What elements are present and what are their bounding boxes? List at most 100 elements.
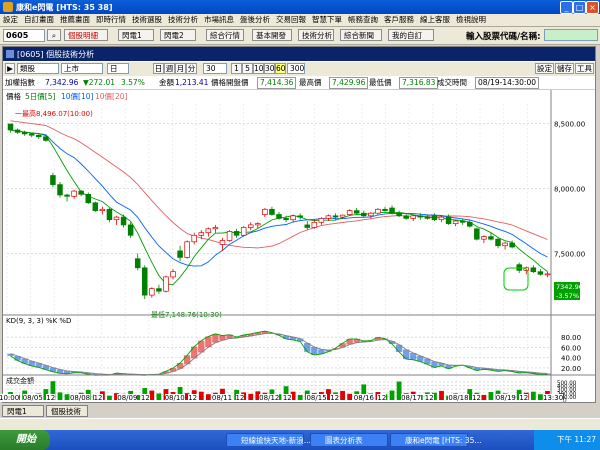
menu-item-1[interactable]: 自訂畫面 — [21, 14, 57, 26]
x-tick-label: 08/09 — [117, 394, 138, 402]
candle-body — [57, 184, 63, 196]
minute-button-1[interactable]: 5 — [242, 63, 253, 74]
toolbar-button-3[interactable]: 綜合行情 — [206, 29, 244, 41]
minute-button-3[interactable]: 30 — [264, 63, 275, 74]
candle-body — [290, 215, 296, 221]
toolbar-button-5[interactable]: 技術分析 — [298, 29, 334, 41]
volume-bar — [439, 390, 444, 400]
volume-bar — [347, 393, 353, 400]
x-tick-label: 12 — [282, 394, 292, 402]
menu-item-7[interactable]: 盤後分析 — [237, 14, 273, 26]
candle-body — [502, 242, 508, 247]
chart-area[interactable]: 價格 5日價[5] 10價[10] 10價[20] 8,500.00 8,000.… — [3, 90, 595, 402]
count2-field[interactable]: 300 — [287, 63, 305, 74]
task-item-1[interactable]: 圖表分析表 — [310, 433, 388, 447]
menu-item-5[interactable]: 技術分析 — [165, 14, 201, 26]
candle-body — [495, 238, 501, 247]
toolbar-button-2[interactable]: 閃電2 — [160, 29, 196, 41]
toolbar-button-6[interactable]: 綜合新聞 — [340, 29, 382, 41]
minute-button-2[interactable]: 10 — [253, 63, 264, 74]
amount-value: 1,213.41 — [175, 78, 209, 87]
task-item-0[interactable]: 短線搶快天地-新浪... — [226, 433, 311, 447]
minute-button-0[interactable]: 1 — [231, 63, 242, 74]
minimize-button[interactable]: _ — [560, 1, 573, 14]
candle-body — [262, 208, 268, 215]
close-button[interactable]: × — [586, 1, 599, 14]
time-value: 08/19-14:30:00 — [475, 77, 540, 89]
toolbar-button-4[interactable]: 基本開發 — [252, 29, 292, 41]
menu-item-12[interactable]: 線上客服 — [417, 14, 453, 26]
category-select[interactable]: 類股 — [17, 63, 59, 74]
candle-body — [170, 271, 176, 278]
menu-item-3[interactable]: 即時行情 — [93, 14, 129, 26]
candle-body — [276, 214, 282, 219]
x-tick-label: 08/12 — [259, 394, 280, 402]
market-select[interactable]: 上市 — [61, 63, 103, 74]
x-tick-label: 08/16 — [353, 394, 374, 402]
system-tray: 下午 11:27 — [534, 430, 600, 450]
x-tick-label: 08/08 — [69, 394, 91, 402]
menu-item-13[interactable]: 檢視說明 — [453, 14, 489, 26]
candle-body — [142, 267, 148, 296]
candle-body — [361, 212, 367, 217]
menu-item-6[interactable]: 市場訊息 — [201, 14, 237, 26]
candle-body — [474, 228, 480, 240]
task-item-2[interactable]: 康和e閃電 [HTS: 35... — [390, 433, 482, 447]
x-tick-label: 08/17 — [401, 394, 422, 402]
panel-button-0[interactable]: 設定 — [535, 63, 554, 74]
candlesticks — [7, 123, 551, 300]
candle-body — [346, 210, 353, 215]
taskbar: 開始 短線搶快天地-新浪... 圖表分析表 康和e閃電 [HTS: 35... 下午… — [0, 430, 600, 450]
menu-item-9[interactable]: 智慧下單 — [309, 14, 345, 26]
minute-button-4[interactable]: 60 — [275, 63, 286, 74]
panel-icon — [6, 50, 14, 58]
menu-item-10[interactable]: 帳務查詢 — [345, 14, 381, 26]
search-icon[interactable]: ⌕ — [47, 29, 61, 41]
start-button[interactable]: 開始 — [0, 430, 50, 450]
candle-body — [191, 234, 197, 243]
x-tick-label: 12 — [519, 394, 529, 402]
price-tick: 8,500.00 — [554, 121, 585, 129]
period-button-0[interactable]: 日 — [153, 63, 164, 74]
candle-body — [382, 208, 388, 211]
panel-button-2[interactable]: 工具 — [575, 63, 594, 74]
menu-item-4[interactable]: 技術選股 — [129, 14, 165, 26]
candle-body — [269, 208, 275, 215]
candle-body — [14, 129, 21, 133]
candle-body — [445, 216, 452, 224]
toolbar-button-0[interactable]: 個股明細 — [64, 29, 108, 41]
candle-body — [339, 214, 346, 218]
candle-body — [297, 215, 303, 218]
stock-code-input[interactable]: 0605 — [3, 29, 45, 42]
period-select[interactable]: 日 — [107, 63, 129, 74]
volume-bar — [64, 394, 70, 400]
menu-item-8[interactable]: 交易回報 — [273, 14, 309, 26]
candle-body — [368, 212, 374, 217]
open-value: 7,414.36 — [257, 77, 297, 89]
menu-item-11[interactable]: 客戶服務 — [381, 14, 417, 26]
bottom-tab-1[interactable]: 個股技術 — [46, 405, 88, 417]
candle-body — [156, 288, 162, 292]
menu-item-2[interactable]: 推薦畫面 — [57, 14, 93, 26]
candle-body — [467, 221, 473, 227]
panel-button-1[interactable]: 儲存 — [555, 63, 574, 74]
clock: 下午 11:27 — [557, 435, 596, 444]
count-select[interactable]: 30 — [203, 63, 227, 74]
candle-body — [7, 123, 14, 131]
search-input[interactable] — [544, 29, 598, 41]
period-button-2[interactable]: 月 — [175, 63, 186, 74]
menu-item-0[interactable]: 設定 — [0, 14, 21, 26]
toolbar-button-1[interactable]: 閃電1 — [118, 29, 154, 41]
candle-body — [163, 276, 169, 292]
last-pct: -3.57% — [556, 292, 579, 300]
candle-body — [219, 240, 226, 245]
volume-bar — [248, 393, 254, 400]
period-button-3[interactable]: 分 — [186, 63, 197, 74]
play-icon[interactable]: ▶ — [5, 63, 15, 74]
candle-body — [92, 202, 99, 211]
period-button-1[interactable]: 週 — [164, 63, 175, 74]
toolbar-button-7[interactable]: 我的自訂 — [388, 29, 434, 41]
price-tick: 7,500.00 — [554, 251, 585, 259]
bottom-tab-0[interactable]: 閃電1 — [2, 405, 44, 417]
maximize-button[interactable]: □ — [573, 1, 586, 14]
